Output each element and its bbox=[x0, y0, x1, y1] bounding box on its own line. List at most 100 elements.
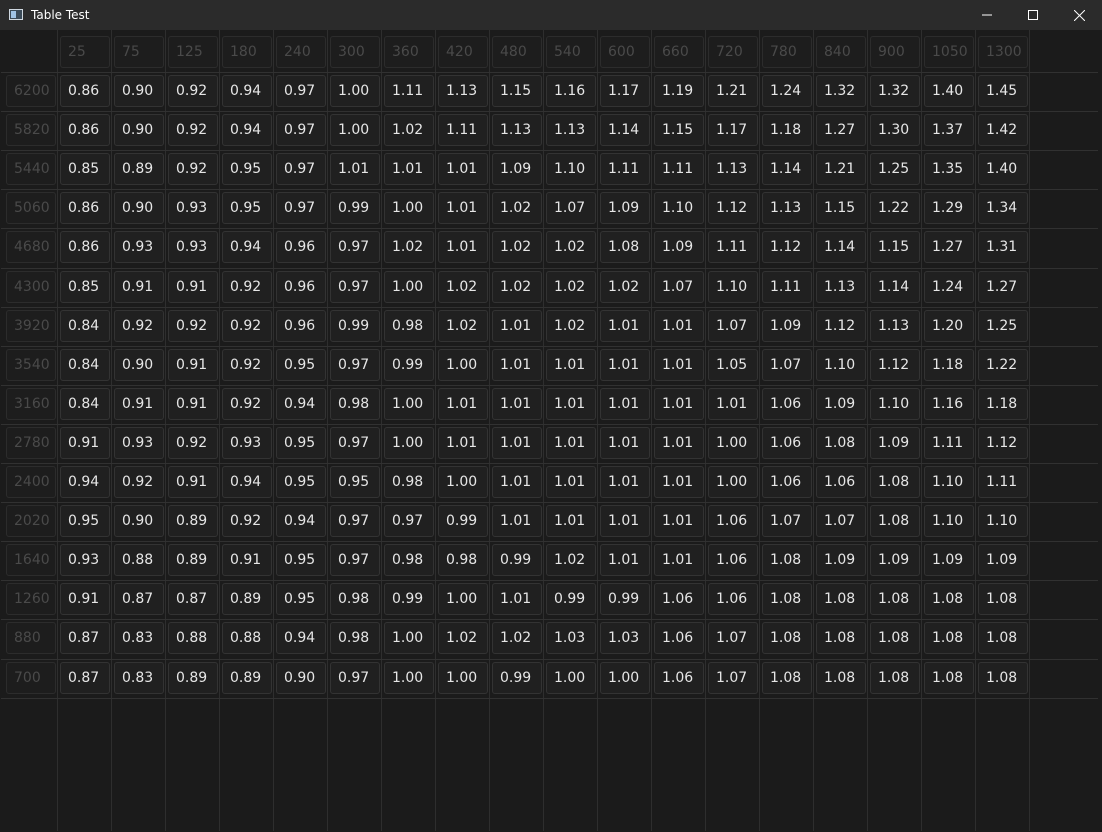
table-cell[interactable]: 1.07 bbox=[816, 505, 866, 537]
table-cell[interactable]: 1.01 bbox=[654, 505, 704, 537]
table-cell[interactable]: 1.02 bbox=[546, 544, 596, 576]
table-cell[interactable]: 0.99 bbox=[546, 583, 596, 615]
table-cell[interactable]: 1.11 bbox=[384, 75, 434, 107]
column-header[interactable]: 420 bbox=[438, 36, 488, 68]
table-cell[interactable]: 0.94 bbox=[222, 114, 272, 146]
table-cell[interactable]: 1.06 bbox=[708, 505, 758, 537]
table-cell[interactable]: 0.95 bbox=[276, 544, 326, 576]
table-cell[interactable]: 0.88 bbox=[114, 544, 164, 576]
table-cell[interactable]: 1.06 bbox=[654, 662, 704, 694]
column-header[interactable]: 540 bbox=[546, 36, 596, 68]
table-cell[interactable]: 0.89 bbox=[222, 662, 272, 694]
table-cell[interactable]: 1.08 bbox=[762, 583, 812, 615]
table-cell[interactable]: 1.13 bbox=[438, 75, 488, 107]
table-cell[interactable]: 0.95 bbox=[276, 583, 326, 615]
row-header[interactable]: 2780 bbox=[6, 427, 56, 459]
table-cell[interactable]: 0.90 bbox=[114, 114, 164, 146]
table-cell[interactable]: 0.86 bbox=[60, 75, 110, 107]
column-header[interactable]: 125 bbox=[168, 36, 218, 68]
table-cell[interactable]: 1.02 bbox=[438, 310, 488, 342]
table-cell[interactable]: 1.29 bbox=[924, 192, 974, 224]
table-cell[interactable]: 1.02 bbox=[438, 271, 488, 303]
table-cell[interactable]: 0.98 bbox=[330, 388, 380, 420]
row-header[interactable]: 5440 bbox=[6, 153, 56, 185]
row-header[interactable]: 2020 bbox=[6, 505, 56, 537]
table-cell[interactable]: 0.98 bbox=[330, 622, 380, 654]
table-cell[interactable]: 0.84 bbox=[60, 388, 110, 420]
table-cell[interactable]: 0.91 bbox=[168, 271, 218, 303]
table-cell[interactable]: 0.98 bbox=[330, 583, 380, 615]
row-header[interactable]: 5820 bbox=[6, 114, 56, 146]
table-cell[interactable]: 1.10 bbox=[816, 349, 866, 381]
table-cell[interactable]: 1.25 bbox=[870, 153, 920, 185]
table-cell[interactable]: 0.99 bbox=[492, 662, 542, 694]
table-cell[interactable]: 0.86 bbox=[60, 114, 110, 146]
table-cell[interactable]: 1.09 bbox=[816, 388, 866, 420]
table-cell[interactable]: 1.14 bbox=[816, 231, 866, 263]
table-cell[interactable]: 1.01 bbox=[546, 466, 596, 498]
table-cell[interactable]: 1.00 bbox=[546, 662, 596, 694]
table-cell[interactable]: 1.06 bbox=[708, 544, 758, 576]
table-cell[interactable]: 1.02 bbox=[546, 310, 596, 342]
table-cell[interactable]: 1.24 bbox=[924, 271, 974, 303]
table-cell[interactable]: 1.00 bbox=[600, 662, 650, 694]
table-cell[interactable]: 1.01 bbox=[546, 427, 596, 459]
row-header[interactable]: 3160 bbox=[6, 388, 56, 420]
table-cell[interactable]: 1.08 bbox=[978, 583, 1028, 615]
row-header[interactable]: 3540 bbox=[6, 349, 56, 381]
table-cell[interactable]: 1.11 bbox=[924, 427, 974, 459]
table-cell[interactable]: 1.01 bbox=[492, 310, 542, 342]
table-cell[interactable]: 0.92 bbox=[168, 310, 218, 342]
table-cell[interactable]: 1.02 bbox=[384, 231, 434, 263]
table-cell[interactable]: 1.00 bbox=[438, 466, 488, 498]
table-cell[interactable]: 1.09 bbox=[492, 153, 542, 185]
table-cell[interactable]: 1.18 bbox=[978, 388, 1028, 420]
table-cell[interactable]: 0.90 bbox=[114, 349, 164, 381]
table-cell[interactable]: 1.03 bbox=[546, 622, 596, 654]
table-cell[interactable]: 0.95 bbox=[222, 192, 272, 224]
table-cell[interactable]: 1.01 bbox=[654, 544, 704, 576]
table-cell[interactable]: 1.08 bbox=[816, 583, 866, 615]
table-cell[interactable]: 1.08 bbox=[762, 662, 812, 694]
table-cell[interactable]: 0.99 bbox=[384, 583, 434, 615]
table-cell[interactable]: 0.94 bbox=[276, 622, 326, 654]
table-cell[interactable]: 1.17 bbox=[600, 75, 650, 107]
table-cell[interactable]: 1.16 bbox=[924, 388, 974, 420]
table-cell[interactable]: 1.05 bbox=[708, 349, 758, 381]
table-cell[interactable]: 0.95 bbox=[222, 153, 272, 185]
table-cell[interactable]: 1.18 bbox=[924, 349, 974, 381]
table-cell[interactable]: 1.01 bbox=[492, 505, 542, 537]
table-cell[interactable]: 0.95 bbox=[276, 349, 326, 381]
table-cell[interactable]: 1.06 bbox=[762, 466, 812, 498]
table-cell[interactable]: 0.85 bbox=[60, 271, 110, 303]
table-cell[interactable]: 0.99 bbox=[600, 583, 650, 615]
table-cell[interactable]: 1.14 bbox=[870, 271, 920, 303]
table-cell[interactable]: 1.00 bbox=[708, 466, 758, 498]
row-header[interactable]: 1260 bbox=[6, 583, 56, 615]
table-cell[interactable]: 1.00 bbox=[384, 388, 434, 420]
table-cell[interactable]: 1.01 bbox=[492, 427, 542, 459]
column-header[interactable]: 25 bbox=[60, 36, 110, 68]
table-cell[interactable]: 1.21 bbox=[816, 153, 866, 185]
table-cell[interactable]: 0.92 bbox=[168, 75, 218, 107]
table-cell[interactable]: 1.12 bbox=[978, 427, 1028, 459]
table-cell[interactable]: 1.01 bbox=[600, 505, 650, 537]
table-cell[interactable]: 0.91 bbox=[168, 349, 218, 381]
table-cell[interactable]: 1.22 bbox=[978, 349, 1028, 381]
table-cell[interactable]: 1.30 bbox=[870, 114, 920, 146]
table-cell[interactable]: 1.45 bbox=[978, 75, 1028, 107]
table-cell[interactable]: 1.27 bbox=[816, 114, 866, 146]
table-cell[interactable]: 1.01 bbox=[600, 466, 650, 498]
table-cell[interactable]: 1.01 bbox=[546, 349, 596, 381]
table-cell[interactable]: 0.97 bbox=[330, 231, 380, 263]
table-cell[interactable]: 1.15 bbox=[654, 114, 704, 146]
table-cell[interactable]: 1.02 bbox=[492, 231, 542, 263]
table-cell[interactable]: 1.09 bbox=[978, 544, 1028, 576]
table-cell[interactable]: 0.99 bbox=[438, 505, 488, 537]
row-header[interactable]: 700 bbox=[6, 662, 56, 694]
table-cell[interactable]: 1.12 bbox=[816, 310, 866, 342]
table-cell[interactable]: 1.01 bbox=[600, 310, 650, 342]
table-cell[interactable]: 0.95 bbox=[276, 466, 326, 498]
column-header[interactable]: 480 bbox=[492, 36, 542, 68]
table-cell[interactable]: 0.99 bbox=[330, 192, 380, 224]
